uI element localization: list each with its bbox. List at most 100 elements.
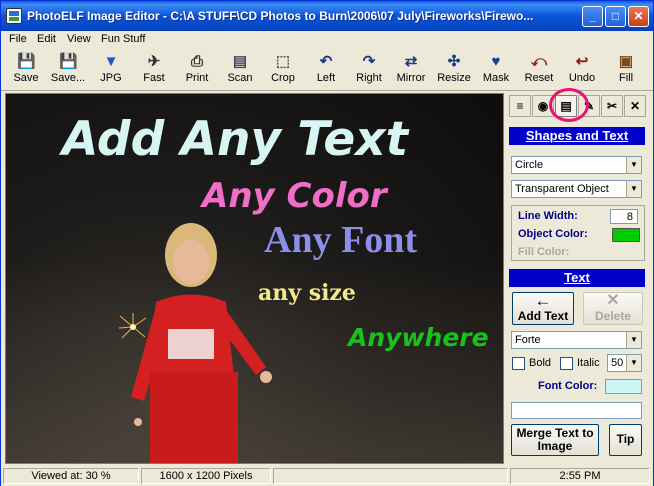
- font-color-swatch[interactable]: [605, 379, 642, 394]
- window-title: PhotoELF Image Editor - C:\A STUFF\CD Ph…: [27, 9, 534, 23]
- save-icon: 💾: [17, 53, 36, 70]
- toolbar-label: Left: [316, 72, 336, 84]
- highlight-circle: [549, 88, 589, 122]
- chevron-down-icon: ▼: [626, 332, 641, 348]
- shape-select-value: Circle: [515, 159, 544, 171]
- text-header: Text: [509, 269, 645, 287]
- toolbar-jpg-button[interactable]: ▼ JPG: [90, 51, 132, 89]
- italic-label: Italic: [577, 357, 600, 369]
- scissors-icon[interactable]: ✂: [601, 95, 623, 117]
- image-canvas[interactable]: Add Any Text Any Color Any Font any size…: [5, 93, 504, 464]
- app-icon: [6, 8, 22, 24]
- overlay-text-any-font[interactable]: Any Font: [264, 218, 417, 262]
- overlay-text-any-size[interactable]: any size: [258, 280, 356, 306]
- toolbar-left-button[interactable]: ↶ Left: [305, 51, 347, 89]
- menu-edit[interactable]: Edit: [37, 33, 56, 45]
- x-icon: ✕: [606, 292, 620, 309]
- minimize-button[interactable]: _: [582, 6, 603, 27]
- font-size-value: 50: [611, 357, 624, 369]
- title-bar[interactable]: PhotoELF Image Editor - C:\A STUFF\CD Ph…: [1, 1, 653, 31]
- maximize-button[interactable]: □: [605, 6, 626, 27]
- toolbar-label: Undo: [568, 72, 596, 84]
- shapes-text-header: Shapes and Text: [509, 127, 645, 145]
- toolbar-reset-button[interactable]: ⤺ Reset: [518, 51, 560, 89]
- delete-label: Delete: [594, 309, 632, 323]
- toolbar-print-button[interactable]: ⎙ Print: [176, 51, 218, 89]
- resize-icon: ✣: [447, 53, 461, 70]
- font-size-select[interactable]: 50 ▼: [607, 354, 642, 372]
- mask-icon: ♥: [491, 53, 501, 70]
- shape-select[interactable]: Circle ▼: [511, 156, 642, 174]
- overlay-text-anywhere[interactable]: Anywhere: [348, 323, 489, 352]
- app-window: PhotoELF Image Editor - C:\A STUFF\CD Ph…: [0, 0, 654, 486]
- toolbar-label: Right: [356, 72, 382, 84]
- object-type-select[interactable]: Transparent Object ▼: [511, 180, 642, 198]
- chevron-down-icon: ▼: [626, 181, 641, 197]
- menu-view[interactable]: View: [67, 33, 91, 45]
- chevron-down-icon: ▼: [626, 157, 641, 173]
- italic-checkbox[interactable]: [560, 357, 573, 370]
- delete-button[interactable]: ✕ Delete: [583, 292, 643, 325]
- toolbar-label: Save: [13, 72, 39, 84]
- left-arrow-icon: ←: [534, 291, 552, 310]
- overlay-text-add-any-text[interactable]: Add Any Text: [62, 112, 408, 167]
- toolbar-undo-button[interactable]: ↩ Undo: [561, 51, 603, 89]
- toolbar-label: Resize: [437, 72, 471, 84]
- toolbar-resize-button[interactable]: ✣ Resize: [433, 51, 475, 89]
- toolbar-mask-button[interactable]: ♥ Mask: [475, 51, 517, 89]
- jpg-icon: ▼: [103, 53, 119, 70]
- status-bar: Viewed at: 30 % 1600 x 1200 Pixels 2:55 …: [1, 466, 653, 486]
- font-select[interactable]: Forte ▼: [511, 331, 642, 349]
- add-text-label: Add Text: [517, 309, 569, 323]
- crop-icon: ⬚: [275, 53, 291, 70]
- bold-checkbox[interactable]: [512, 357, 525, 370]
- toolbar-scan-button[interactable]: ▤ Scan: [219, 51, 261, 89]
- toolbar-save-button[interactable]: 💾 Save: [5, 51, 47, 89]
- close-button[interactable]: ✕: [628, 6, 649, 27]
- shapes-text-panel: ≡ ◉ ▤ ✎ ✂ ✕ Shapes and Text Circle ▼ Tra…: [505, 88, 651, 464]
- menu-fun-stuff[interactable]: Fun Stuff: [101, 33, 145, 45]
- toolbar-mirror-button[interactable]: ⇄ Mirror: [390, 51, 432, 89]
- toolbar-save-button[interactable]: 💾 Save...: [47, 51, 89, 89]
- chevron-down-icon: ▼: [626, 355, 641, 371]
- toolbar-label: Print: [185, 72, 209, 84]
- print-icon: ⎙: [190, 53, 203, 70]
- rotate-right-icon: ↷: [362, 53, 376, 70]
- line-width-label: Line Width:: [518, 210, 578, 222]
- toolbar-crop-button[interactable]: ⬚ Crop: [262, 51, 304, 89]
- text-input[interactable]: [511, 402, 642, 419]
- fast-icon: ✈: [147, 53, 161, 70]
- merge-text-button[interactable]: Merge Text to Image: [511, 424, 599, 456]
- overlay-text-any-color[interactable]: Any Color: [202, 176, 387, 216]
- rotate-left-icon: ↶: [319, 53, 333, 70]
- toolbar-label: Mirror: [396, 72, 426, 84]
- object-color-swatch[interactable]: [612, 228, 640, 242]
- fill-color-label: Fill Color:: [518, 246, 570, 258]
- save-as-icon: 💾: [59, 53, 78, 70]
- toolbar-label: Crop: [271, 72, 295, 84]
- toolbar-label: JPG: [100, 72, 122, 84]
- toolbar-label: Scan: [227, 72, 253, 84]
- toolbar-label: Mask: [482, 72, 510, 84]
- undo-icon: ↩: [575, 53, 589, 70]
- line-properties-group: Line Width: Object Color: Fill Color:: [511, 205, 645, 261]
- line-width-input[interactable]: [610, 209, 638, 224]
- close-icon[interactable]: ✕: [624, 95, 646, 117]
- font-select-value: Forte: [515, 334, 541, 346]
- scan-icon: ▤: [232, 53, 248, 70]
- add-text-button[interactable]: ← Add Text: [512, 292, 574, 325]
- status-blank: [273, 468, 508, 484]
- toolbar-fill-button[interactable]: ▣ Fill: [605, 51, 647, 89]
- status-zoom: Viewed at: 30 %: [3, 468, 139, 484]
- toolbar-label: Fast: [143, 72, 165, 84]
- status-dimensions: 1600 x 1200 Pixels: [141, 468, 271, 484]
- toolbar-right-button[interactable]: ↷ Right: [348, 51, 390, 89]
- menu-file[interactable]: File: [9, 33, 27, 45]
- mirror-icon: ⇄: [404, 53, 418, 70]
- fill-icon: ▣: [618, 53, 634, 70]
- status-time: 2:55 PM: [510, 468, 650, 484]
- bold-label: Bold: [529, 357, 552, 369]
- toolbar-fast-button[interactable]: ✈ Fast: [133, 51, 175, 89]
- layers-icon[interactable]: ≡: [509, 95, 531, 117]
- tip-button[interactable]: Tip: [609, 424, 642, 456]
